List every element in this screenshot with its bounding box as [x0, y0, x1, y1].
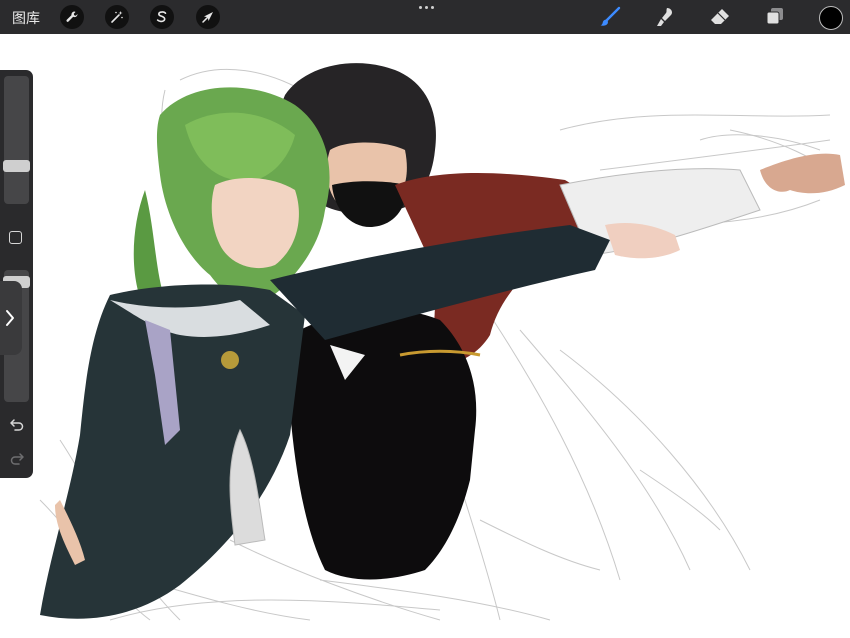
- drawing-canvas[interactable]: [0, 34, 850, 638]
- eraser-button[interactable]: [708, 6, 732, 28]
- top-toolbar: 图库: [0, 0, 850, 34]
- undo-icon: [10, 419, 24, 431]
- brush-size-slider-thumb[interactable]: [3, 160, 30, 172]
- magic-wand-icon: [111, 11, 123, 23]
- left-sidebar: [0, 70, 33, 478]
- selection-s-icon: [156, 11, 167, 23]
- chevron-right-icon: [6, 310, 14, 326]
- adjustments-button[interactable]: [105, 5, 129, 29]
- modify-button[interactable]: [9, 231, 22, 244]
- redo-button[interactable]: [9, 450, 25, 466]
- layers-icon: [766, 8, 783, 25]
- sidebar-expand-tab[interactable]: [0, 281, 22, 355]
- redo-icon: [10, 453, 24, 465]
- color-picker-swatch[interactable]: [819, 6, 843, 30]
- smudge-button[interactable]: [653, 6, 677, 28]
- brush-size-slider[interactable]: [3, 76, 30, 204]
- transform-button[interactable]: [196, 5, 220, 29]
- brush-button[interactable]: [598, 6, 622, 28]
- eraser-icon: [711, 9, 729, 24]
- layers-button[interactable]: [763, 6, 787, 28]
- undo-button[interactable]: [9, 416, 25, 432]
- brush-icon: [600, 6, 621, 26]
- gallery-button[interactable]: 图库: [12, 8, 40, 28]
- selection-button[interactable]: [150, 5, 174, 29]
- actions-button[interactable]: [60, 5, 84, 29]
- artwork-illustration: [39, 63, 845, 621]
- more-options-dots[interactable]: [416, 0, 436, 14]
- arrow-cursor-icon: [202, 12, 213, 23]
- smudge-icon: [657, 8, 672, 26]
- wrench-icon: [66, 11, 78, 22]
